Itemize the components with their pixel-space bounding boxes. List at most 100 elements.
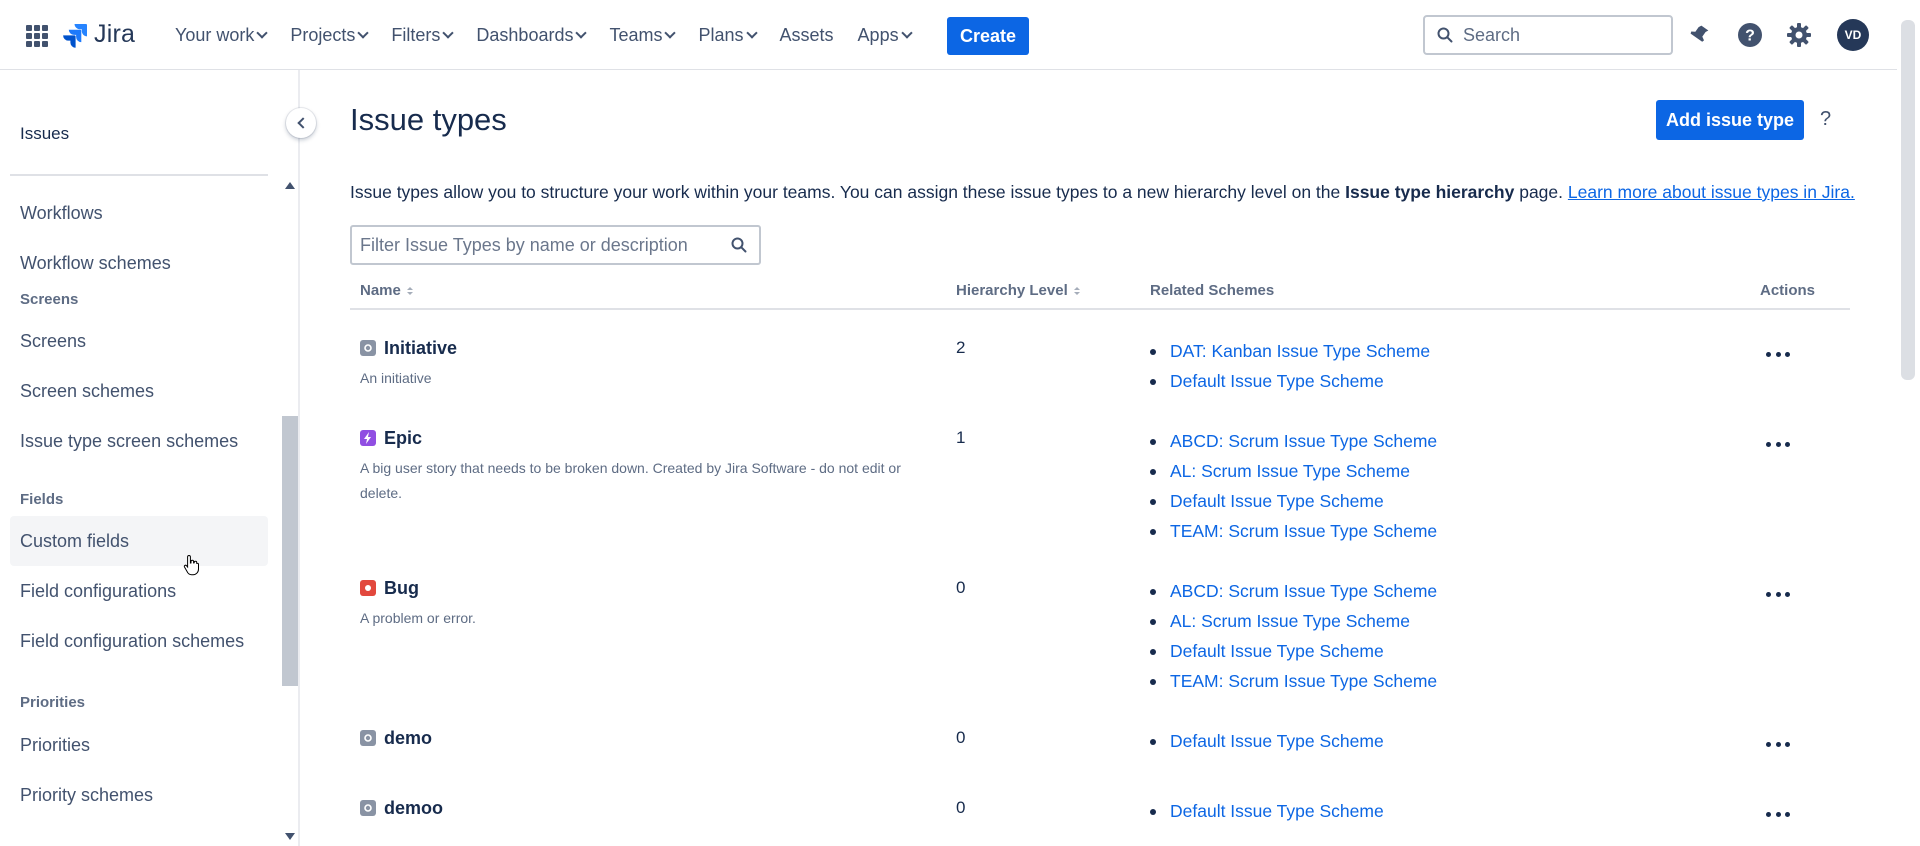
learn-more-link[interactable]: Learn more about issue types in Jira. <box>1568 182 1855 202</box>
issue-type-name[interactable]: Initiative <box>384 338 457 359</box>
filter-issue-types-input[interactable]: Filter Issue Types by name or descriptio… <box>350 225 761 265</box>
sidebar-item-field-configuration-schemes[interactable]: Field configuration schemes <box>10 616 268 666</box>
scheme-link[interactable]: AL: Scrum Issue Type Scheme <box>1150 606 1437 636</box>
issue-type-name[interactable]: demoo <box>384 798 443 819</box>
nav-your-work[interactable]: Your work <box>175 24 269 46</box>
column-label: Actions <box>1760 282 1816 299</box>
issue-type-name[interactable]: Epic <box>384 428 422 449</box>
nav-plans[interactable]: Plans <box>698 24 758 46</box>
scheme-link[interactable]: ABCD: Scrum Issue Type Scheme <box>1150 576 1437 606</box>
issue-type-description: A big user story that needs to be broken… <box>360 460 901 501</box>
sidebar-item-screen-schemes[interactable]: Screen schemes <box>10 366 268 416</box>
more-actions-icon[interactable] <box>1762 584 1794 604</box>
chevron-down-icon <box>664 27 677 39</box>
sidebar-item-custom-fields[interactable]: Custom fields <box>10 516 268 566</box>
description-bold-text: Issue type hierarchy <box>1345 182 1515 202</box>
top-navigation: Jira Your work Projects Filters Dashboar… <box>0 0 1920 70</box>
nav-assets[interactable]: Assets <box>780 25 834 46</box>
nav-apps[interactable]: Apps <box>858 25 913 46</box>
scheme-link[interactable]: ABCD: Scrum Issue Type Scheme <box>1150 426 1437 456</box>
related-schemes-list: ABCD: Scrum Issue Type Scheme AL: Scrum … <box>1150 576 1437 696</box>
chevron-down-icon <box>357 27 370 39</box>
nav-projects[interactable]: Projects <box>290 25 370 46</box>
sidebar-item-screens[interactable]: Screens <box>10 316 268 366</box>
column-label: Name <box>360 282 401 299</box>
scheme-link[interactable]: Default Issue Type Scheme <box>1150 796 1384 826</box>
sidebar-item-field-configurations[interactable]: Field configurations <box>10 566 268 616</box>
scrollbar-thumb[interactable] <box>282 416 298 686</box>
nav-filters[interactable]: Filters <box>391 25 455 46</box>
jira-logo-icon <box>63 23 87 48</box>
hierarchy-level: 0 <box>956 798 966 817</box>
more-actions-icon[interactable] <box>1762 734 1794 754</box>
more-actions-icon[interactable] <box>1762 344 1794 364</box>
app-switcher-icon[interactable] <box>26 25 48 47</box>
related-schemes-list: ABCD: Scrum Issue Type Scheme AL: Scrum … <box>1150 426 1437 546</box>
product-name: Jira <box>94 20 136 48</box>
scheme-link[interactable]: TEAM: Scrum Issue Type Scheme <box>1150 666 1437 696</box>
page-help-button[interactable]: ? <box>1820 108 1831 131</box>
scroll-down-icon[interactable] <box>285 833 295 840</box>
epic-icon <box>360 430 376 446</box>
nav-label: Plans <box>698 24 744 45</box>
chevron-down-icon <box>900 27 913 39</box>
hierarchy-level: 2 <box>956 338 966 357</box>
page-scrollbar[interactable] <box>1897 0 1920 846</box>
search-input[interactable]: Search <box>1423 15 1673 55</box>
help-icon[interactable]: ? <box>1736 21 1764 49</box>
sidebar-item-workflows[interactable]: Workflows <box>10 188 268 238</box>
nav-dashboards[interactable]: Dashboards <box>476 25 588 46</box>
scheme-link[interactable]: TEAM: Scrum Issue Type Scheme <box>1150 516 1437 546</box>
settings-icon[interactable] <box>1785 21 1813 49</box>
column-header-actions: Actions <box>1760 282 1815 299</box>
sidebar-item-issue-type-screen-schemes[interactable]: Issue type screen schemes <box>10 416 268 466</box>
column-header-name[interactable]: Name <box>360 282 413 299</box>
sidebar-item-priority-schemes[interactable]: Priority schemes <box>10 770 268 820</box>
avatar[interactable]: VD <box>1837 19 1869 51</box>
scheme-link[interactable]: AL: Scrum Issue Type Scheme <box>1150 456 1437 486</box>
hand-cursor-icon <box>183 554 199 576</box>
issue-type-name[interactable]: demo <box>384 728 432 749</box>
hierarchy-level: 0 <box>956 578 966 597</box>
add-issue-type-button[interactable]: Add issue type <box>1656 100 1804 140</box>
scheme-link[interactable]: DAT: Kanban Issue Type Scheme <box>1150 336 1430 366</box>
nav-teams[interactable]: Teams <box>609 24 677 46</box>
sidebar-item-workflow-schemes[interactable]: Workflow schemes <box>10 238 268 288</box>
chevron-down-icon <box>575 27 588 39</box>
page-scrollbar-thumb[interactable] <box>1901 20 1915 380</box>
initiative-icon <box>360 340 376 356</box>
issue-type-description: A problem or error. <box>360 610 476 626</box>
sidebar-section-fields: Fields <box>20 491 64 508</box>
generic-issue-icon <box>360 800 376 816</box>
issue-type-description: An initiative <box>360 370 432 386</box>
nav-label: Teams <box>609 24 663 45</box>
collapse-sidebar-button[interactable] <box>286 108 316 138</box>
scheme-link[interactable]: Default Issue Type Scheme <box>1150 366 1430 396</box>
sidebar-item-priorities[interactable]: Priorities <box>10 720 268 770</box>
main-content: Issue types Add issue type ? Issue types… <box>302 70 1897 846</box>
related-schemes-list: DAT: Kanban Issue Type Scheme Default Is… <box>1150 336 1430 396</box>
nav-label: Your work <box>175 24 255 45</box>
issue-type-name[interactable]: Bug <box>384 578 419 599</box>
scroll-up-icon[interactable] <box>285 182 295 189</box>
nav-label: Assets <box>779 24 834 45</box>
scheme-link[interactable]: Default Issue Type Scheme <box>1150 726 1384 756</box>
related-schemes-list: Default Issue Type Scheme <box>1150 796 1384 826</box>
search-icon <box>731 237 747 253</box>
chevron-down-icon <box>442 27 455 39</box>
column-label: Hierarchy Level <box>956 282 1068 299</box>
more-actions-icon[interactable] <box>1762 804 1794 824</box>
notifications-icon[interactable] <box>1686 21 1714 49</box>
chevron-left-icon <box>296 117 309 129</box>
column-header-hierarchy-level[interactable]: Hierarchy Level <box>956 282 1080 299</box>
jira-logo[interactable]: Jira <box>62 20 135 49</box>
sidebar-scrollbar[interactable] <box>280 176 298 846</box>
description-text: Issue types allow you to structure your … <box>350 182 1346 202</box>
sidebar-section-screens: Screens <box>20 291 79 308</box>
hierarchy-level: 1 <box>956 428 966 447</box>
scheme-link[interactable]: Default Issue Type Scheme <box>1150 636 1437 666</box>
scheme-link[interactable]: Default Issue Type Scheme <box>1150 486 1437 516</box>
create-button[interactable]: Create <box>947 17 1029 55</box>
sort-icon <box>406 286 413 295</box>
more-actions-icon[interactable] <box>1762 434 1794 454</box>
